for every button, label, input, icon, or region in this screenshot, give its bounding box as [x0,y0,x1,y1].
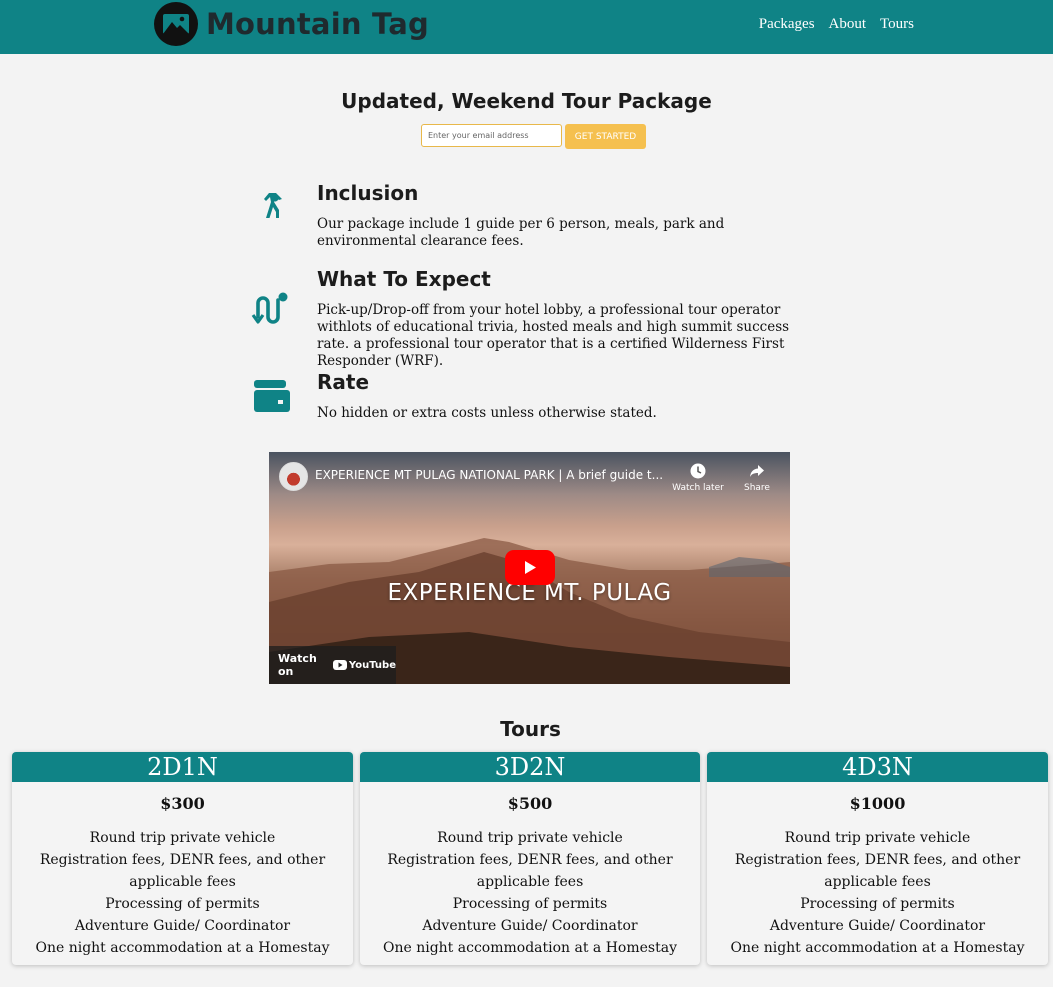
feature-rate: Rate No hidden or extra costs unless oth… [248,370,808,430]
list-item: Processing of permits [105,896,260,912]
video-title[interactable]: EXPERIENCE MT PULAG NATIONAL PARK | A br… [315,468,665,482]
tour-card-price: $300 [160,794,205,813]
share-button[interactable]: Share [727,462,787,493]
list-item: Adventure Guide/ Coordinator [769,918,986,934]
feature-what-to-expect: What To Expect Pick-up/Drop-off from you… [248,267,808,369]
feature-title: What To Expect [317,267,491,291]
feature-inclusion: Inclusion Our package include 1 guide pe… [248,181,808,251]
list-item: Processing of permits [800,896,955,912]
tour-card-price: $500 [507,794,553,813]
tour-card-title: 3D2N [360,752,700,782]
signup-form: GET STARTED [421,124,646,149]
list-item: Adventure Guide/ Coordinator [74,918,291,934]
share-label: Share [744,483,770,493]
tour-card-4d3n: 4D3N $1000 Round trip private vehicle Re… [707,752,1048,965]
logo[interactable]: Mountain Tag [154,2,429,46]
tour-card-inclusions: Round trip private vehicle Registration … [707,827,1048,959]
brand-name: Mountain Tag [206,7,429,41]
feature-title: Inclusion [317,181,419,205]
list-item: Round trip private vehicle [784,830,971,846]
tour-card-3d2n: 3D2N $500 Round trip private vehicle Reg… [360,752,700,965]
clock-icon [690,463,706,479]
youtube-label: YouTube [348,659,396,671]
get-started-button[interactable]: GET STARTED [565,124,646,149]
list-item: Processing of permits [452,896,608,912]
tour-card-title: 4D3N [707,752,1048,782]
tour-card-inclusions: Round trip private vehicle Registration … [12,827,353,959]
tour-card-price: $1000 [849,794,906,813]
list-item: Registration fees, DENR fees, and other … [387,852,673,890]
share-icon [750,465,764,477]
youtube-play-icon [332,660,347,670]
watch-later-button[interactable]: Watch later [668,462,728,493]
email-input[interactable] [421,124,562,147]
youtube-logo: YouTube [332,659,396,671]
list-item: Round trip private vehicle [89,830,276,846]
site-header: Mountain Tag Packages About Tours [0,0,1053,54]
list-item: One night accommodation at a Homestay [35,940,330,956]
watch-on-label: Watch on [278,652,317,678]
list-item: Adventure Guide/ Coordinator [422,918,638,934]
play-icon [525,561,536,574]
feature-text: Pick-up/Drop-off from your hotel lobby, … [317,302,790,369]
tour-card-title: 2D1N [12,752,353,782]
youtube-video-embed[interactable]: EXPERIENCE MT PULAG NATIONAL PARK | A br… [269,452,790,684]
hero-title: Updated, Weekend Tour Package [341,89,712,113]
list-item: One night accommodation at a Homestay [730,940,1025,956]
feature-title: Rate [317,370,370,394]
route-icon [248,289,296,337]
feature-text: No hidden or extra costs unless otherwis… [317,405,657,421]
list-item: Registration fees, DENR fees, and other … [39,852,326,890]
nav-tours[interactable]: Tours [880,16,914,33]
watch-later-label: Watch later [672,483,724,493]
nav-about[interactable]: About [829,16,867,33]
tour-card-2d1n: 2D1N $300 Round trip private vehicle Reg… [12,752,353,965]
list-item: Round trip private vehicle [437,830,623,846]
walking-person-icon [248,181,296,229]
main-nav: Packages About Tours [759,16,914,33]
play-button[interactable] [505,550,555,585]
tours-title: Tours [500,717,561,741]
watch-on-youtube-link[interactable]: Watch on YouTube [269,646,396,684]
list-item: One night accommodation at a Homestay [382,940,677,956]
list-item: Registration fees, DENR fees, and other … [734,852,1021,890]
channel-avatar[interactable] [279,462,308,491]
mountain-logo-icon [154,2,198,46]
tour-card-inclusions: Round trip private vehicle Registration … [360,827,700,959]
feature-text: Our package include 1 guide per 6 person… [317,216,725,249]
wallet-icon [248,374,296,422]
nav-packages[interactable]: Packages [759,16,815,33]
